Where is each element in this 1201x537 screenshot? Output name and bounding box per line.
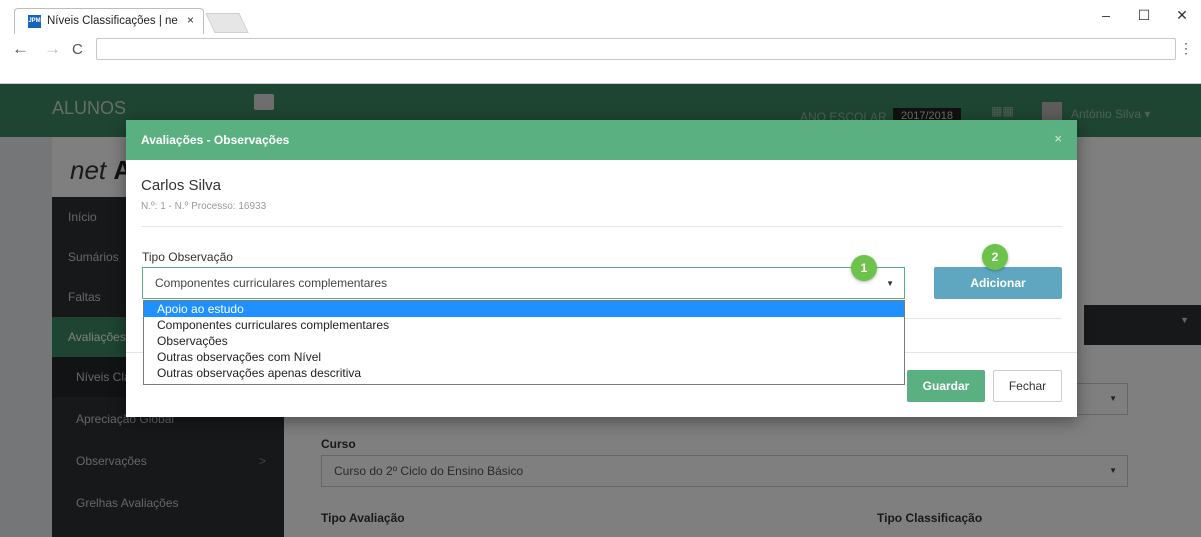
browser-menu-icon[interactable]: ⋮: [1179, 40, 1193, 57]
tipo-observacao-dropdown: Apoio ao estudo Componentes curriculares…: [143, 300, 905, 385]
divider: [141, 226, 1062, 227]
browser-toolbar: ← → C ⋮: [0, 34, 1201, 84]
tipo-observacao-label: Tipo Observação: [142, 250, 233, 264]
modal-title: Avaliações - Observações: [141, 133, 290, 147]
step-marker-1: 1: [851, 255, 877, 281]
dropdown-option[interactable]: Outras observações com Nível: [144, 349, 904, 365]
browser-tab[interactable]: JPM Níveis Classificações | ne ×: [14, 8, 204, 34]
dropdown-option[interactable]: Observações: [144, 333, 904, 349]
tab-title: Níveis Classificações | ne: [47, 15, 178, 27]
close-icon[interactable]: ×: [1054, 131, 1062, 146]
dropdown-option[interactable]: Componentes curriculares complementares: [144, 317, 904, 333]
new-tab-button[interactable]: [205, 13, 249, 33]
forward-icon[interactable]: →: [44, 39, 61, 59]
save-button[interactable]: Guardar: [907, 370, 985, 402]
student-name: Carlos Silva: [141, 177, 222, 194]
dropdown-option[interactable]: Apoio ao estudo: [144, 301, 904, 317]
select-value: Componentes curriculares complementares: [155, 276, 388, 290]
step-marker-2: 2: [982, 244, 1008, 270]
add-button[interactable]: Adicionar: [934, 267, 1062, 299]
modal-header: Avaliações - Observações ×: [126, 120, 1077, 160]
close-window-button[interactable]: ✕: [1163, 0, 1201, 32]
tipo-observacao-select[interactable]: Componentes curriculares complementares …: [142, 267, 905, 299]
tab-close-icon[interactable]: ×: [187, 13, 194, 27]
cancel-button[interactable]: Fechar: [993, 370, 1062, 402]
minimize-button[interactable]: –: [1087, 0, 1125, 32]
back-icon[interactable]: ←: [12, 39, 29, 59]
dropdown-option[interactable]: Outras observações apenas descritiva: [144, 365, 904, 381]
student-info: N.º: 1 - N.º Processo: 16933: [141, 201, 267, 212]
favicon-icon: JPM: [28, 15, 41, 28]
browser-titlebar: JPM Níveis Classificações | ne × – ☐ ✕: [0, 0, 1201, 34]
window-controls: – ☐ ✕: [1087, 0, 1201, 34]
address-bar[interactable]: [96, 38, 1176, 60]
maximize-button[interactable]: ☐: [1125, 0, 1163, 32]
reload-icon[interactable]: C: [72, 41, 83, 58]
caret-down-icon: ▼: [886, 279, 894, 288]
